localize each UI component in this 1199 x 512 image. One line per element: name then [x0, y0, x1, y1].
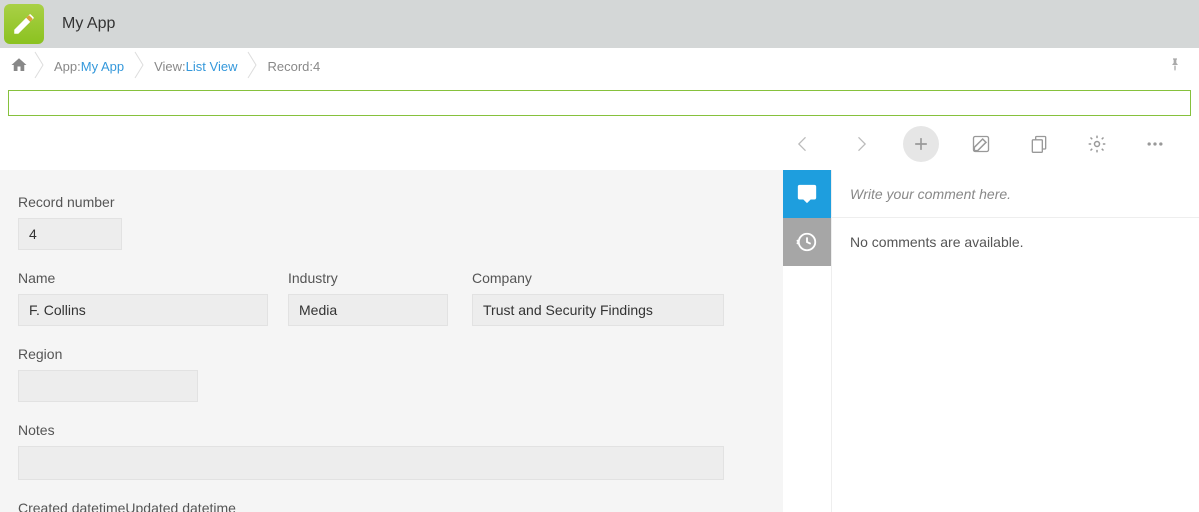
crumb-view: View: List View	[144, 52, 247, 80]
field-updated: Updated datetime	[125, 500, 236, 512]
edit-record-button[interactable]	[965, 128, 997, 160]
comment-panel: Write your comment here. No comments are…	[831, 170, 1199, 512]
side-rail	[783, 170, 831, 512]
value-company: Trust and Security Findings	[472, 294, 724, 326]
label-company: Company	[472, 270, 724, 286]
chevron-icon	[134, 51, 144, 82]
crumb-record-prefix: Record:	[267, 59, 313, 74]
app-header: My App	[0, 0, 1199, 48]
main-content: Record number 4 Name F. Collins Industry…	[0, 170, 1199, 512]
value-industry: Media	[288, 294, 448, 326]
app-title: My App	[62, 15, 115, 33]
field-industry: Industry Media	[288, 270, 472, 326]
home-icon[interactable]	[10, 56, 28, 77]
field-company: Company Trust and Security Findings	[472, 270, 724, 326]
pencil-icon	[11, 11, 37, 37]
label-notes: Notes	[18, 422, 724, 438]
no-comments-message: No comments are available.	[832, 218, 1199, 266]
more-button[interactable]	[1139, 128, 1171, 160]
field-notes: Notes	[18, 422, 724, 480]
crumb-app-link[interactable]: My App	[81, 59, 124, 74]
label-region: Region	[18, 346, 198, 362]
copy-record-button[interactable]	[1023, 128, 1055, 160]
comment-icon	[796, 183, 818, 205]
field-created: Created datetime	[18, 500, 125, 512]
notification-bar	[8, 90, 1191, 116]
value-notes	[18, 446, 724, 480]
breadcrumbs: App: My App View: List View Record: 4	[34, 51, 330, 82]
record-form: Record number 4 Name F. Collins Industry…	[0, 170, 783, 512]
pin-icon[interactable]	[1167, 57, 1183, 76]
crumb-app-prefix: App:	[54, 59, 81, 74]
label-record-number: Record number	[18, 194, 122, 210]
chevron-icon	[247, 51, 257, 82]
chevron-icon	[34, 51, 44, 82]
prev-record-button[interactable]	[787, 128, 819, 160]
settings-button[interactable]	[1081, 128, 1113, 160]
field-record-number: Record number 4	[18, 194, 122, 250]
value-name: F. Collins	[18, 294, 268, 326]
crumb-record: Record: 4	[257, 52, 330, 80]
comment-placeholder: Write your comment here.	[850, 186, 1011, 202]
label-name: Name	[18, 270, 288, 286]
crumb-record-value: 4	[313, 59, 320, 74]
comments-tab[interactable]	[783, 170, 831, 218]
app-icon	[4, 4, 44, 44]
value-record-number: 4	[18, 218, 122, 250]
next-record-button[interactable]	[845, 128, 877, 160]
history-tab[interactable]	[783, 218, 831, 266]
label-industry: Industry	[288, 270, 472, 286]
label-created: Created datetime	[18, 500, 125, 512]
crumb-view-link[interactable]: List View	[186, 59, 238, 74]
crumb-app: App: My App	[44, 52, 134, 80]
history-icon	[796, 231, 818, 253]
value-region	[18, 370, 198, 402]
record-toolbar	[0, 118, 1199, 170]
add-record-button[interactable]	[903, 126, 939, 162]
label-updated: Updated datetime	[125, 500, 236, 512]
comment-input[interactable]: Write your comment here.	[832, 170, 1199, 218]
crumb-view-prefix: View:	[154, 59, 186, 74]
field-name: Name F. Collins	[18, 270, 288, 326]
breadcrumb-bar: App: My App View: List View Record: 4	[0, 48, 1199, 84]
field-region: Region	[18, 346, 198, 402]
